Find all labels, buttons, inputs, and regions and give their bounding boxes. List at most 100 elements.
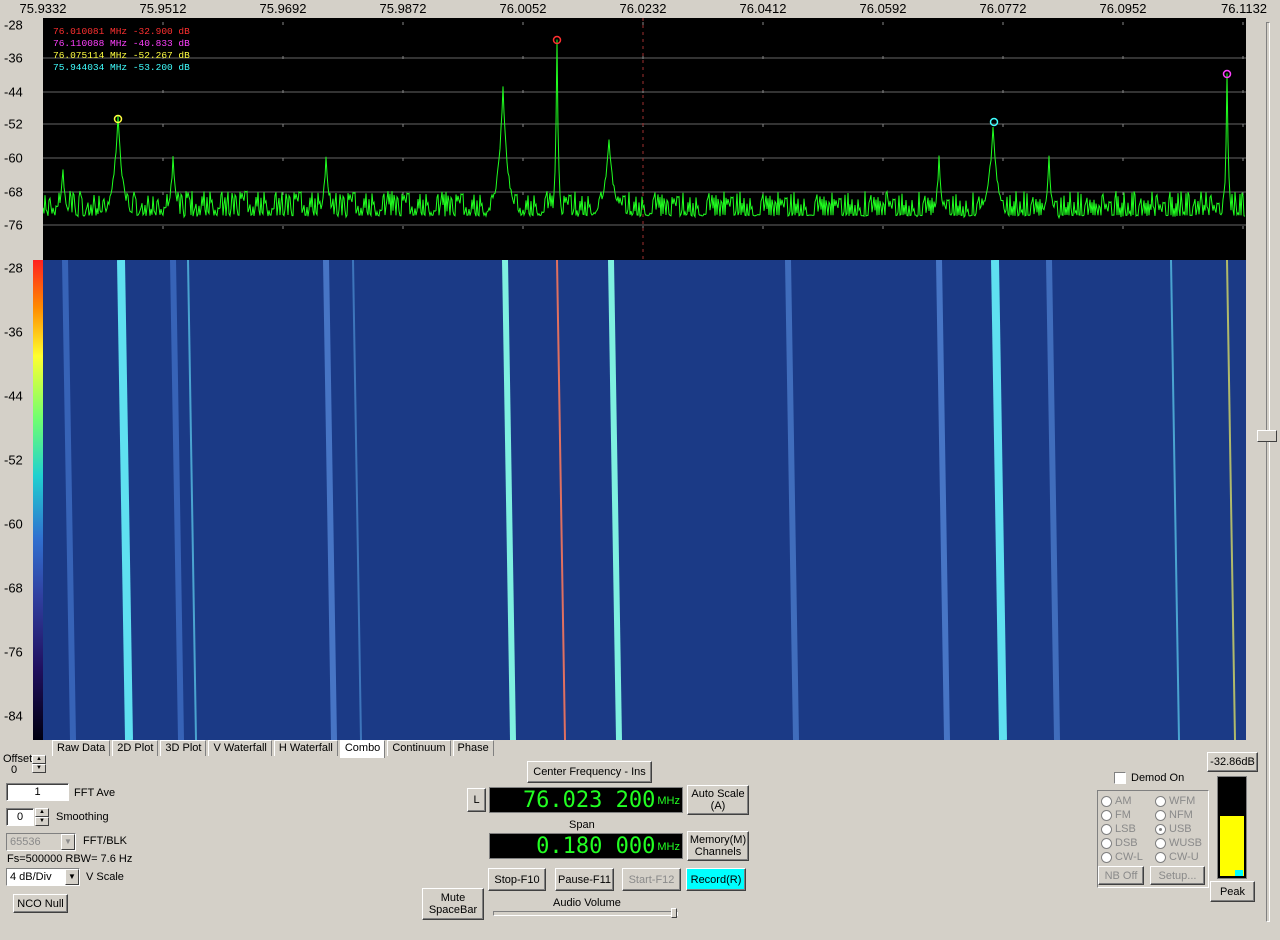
mode-radio-cw-l[interactable]: CW-L — [1101, 851, 1143, 863]
radio-icon — [1101, 837, 1112, 849]
waterfall-signal-trace — [117, 260, 133, 740]
mode-radio-fm[interactable]: FM — [1101, 809, 1131, 821]
audio-volume-slider[interactable] — [493, 908, 678, 918]
db-tick-label: -44 — [4, 84, 23, 100]
audio-volume-thumb[interactable] — [671, 908, 677, 918]
db-tick-label: -28 — [4, 17, 23, 33]
db-tick-label: -36 — [4, 324, 23, 340]
radio-icon — [1101, 851, 1112, 863]
fft-blk-select[interactable]: 65536 ▼ — [6, 833, 76, 851]
waterfall-signal-trace — [936, 260, 950, 740]
record-button[interactable]: Record(R) — [686, 868, 746, 891]
vscale-label: V Scale — [86, 871, 124, 883]
tab-h-waterfall[interactable]: H Waterfall — [273, 740, 338, 756]
waterfall-signal-trace — [608, 260, 622, 740]
center-frequency-button[interactable]: Center Frequency - Ins — [527, 761, 652, 783]
display-slider[interactable] — [1257, 22, 1277, 922]
peak-button[interactable]: Peak — [1210, 881, 1255, 902]
memory-channels-button[interactable]: Memory(M) Channels — [687, 831, 749, 861]
waterfall-signal-trace — [1170, 260, 1180, 740]
span-display[interactable]: 0.180 000 MHz — [489, 833, 683, 859]
radio-icon — [1101, 809, 1112, 821]
tab-phase[interactable]: Phase — [452, 740, 494, 756]
waterfall-signal-trace — [170, 260, 184, 740]
freq-tick-label: 76.0052 — [499, 1, 547, 16]
fft-blk-value: 65536 — [10, 836, 41, 848]
freq-tick-label: 75.9512 — [139, 1, 187, 16]
freq-tick-label: 76.0772 — [979, 1, 1027, 16]
mode-radio-dsb[interactable]: DSB — [1101, 837, 1138, 849]
smoothing-spinner[interactable]: ▲ ▼ — [35, 808, 49, 826]
db-tick-label: -52 — [4, 452, 23, 468]
freq-tick-label: 76.0412 — [739, 1, 787, 16]
l-button[interactable]: L — [467, 788, 486, 812]
mode-label: CW-U — [1169, 851, 1199, 863]
peak-level-meter — [1217, 776, 1247, 879]
mode-radio-cw-u[interactable]: CW-U — [1155, 851, 1199, 863]
center-frequency-display[interactable]: 76.023 200 MHz — [489, 787, 683, 813]
mode-label: WUSB — [1169, 837, 1202, 849]
chevron-down-icon: ▼ — [61, 834, 75, 850]
offset-spinner[interactable]: ▲ ▼ — [32, 755, 46, 773]
db-tick-label: -76 — [4, 644, 23, 660]
span-label: Span — [569, 819, 595, 831]
mode-radio-lsb[interactable]: LSB — [1101, 823, 1136, 835]
freq-tick-label: 76.1132 — [1221, 1, 1268, 16]
tab-combo[interactable]: Combo — [339, 740, 386, 758]
db-tick-label: -44 — [4, 388, 23, 404]
mute-button[interactable]: Mute SpaceBar — [422, 888, 484, 920]
offset-label: Offset — [3, 753, 33, 765]
tab-raw-data[interactable]: Raw Data — [52, 740, 111, 756]
db-axis: -28 -36 -44 -52 -60 -68 -76 -28 -36 -44 -52 -60 -68 -… — [0, 18, 33, 740]
tab-3d-plot[interactable]: 3D Plot — [160, 740, 207, 756]
demod-on-checkbox[interactable] — [1114, 772, 1126, 784]
db-tick-label: -68 — [4, 184, 23, 200]
freq-tick-label: 76.0952 — [1099, 1, 1147, 16]
mode-label: FM — [1115, 809, 1131, 821]
freq-tick-label: 75.9692 — [259, 1, 307, 16]
stop-button[interactable]: Stop-F10 — [488, 868, 546, 891]
mode-label: USB — [1169, 823, 1192, 835]
mode-label: LSB — [1115, 823, 1136, 835]
db-tick-label: -36 — [4, 50, 23, 66]
nco-null-button[interactable]: NCO Null — [13, 894, 68, 913]
peak-level-fill — [1220, 815, 1244, 876]
spectrum-plot[interactable]: 76.010081 MHz -32.900 dB 76.110088 MHz -… — [43, 18, 1246, 260]
waterfall-signal-trace — [556, 260, 566, 740]
setup-button[interactable]: Setup... — [1150, 866, 1205, 885]
mode-radio-am[interactable]: AM — [1101, 795, 1132, 807]
pause-button[interactable]: Pause-F11 — [555, 868, 614, 891]
radio-icon — [1101, 823, 1112, 835]
demod-on-label: Demod On — [1131, 772, 1185, 784]
center-frequency-value: 76.023 200 — [522, 787, 656, 813]
mode-label: DSB — [1115, 837, 1138, 849]
mode-radio-wusb[interactable]: WUSB — [1155, 837, 1202, 849]
waterfall-signal-trace — [502, 260, 516, 740]
nb-off-button[interactable]: NB Off — [1098, 866, 1144, 885]
smoothing-input[interactable]: 0 — [6, 808, 34, 826]
tab-continuum[interactable]: Continuum — [387, 740, 451, 756]
smoothing-label: Smoothing — [56, 811, 109, 823]
auto-scale-button[interactable]: Auto Scale (A) — [687, 785, 749, 815]
radio-icon — [1101, 795, 1112, 807]
radio-icon — [1155, 823, 1166, 835]
mode-label: NFM — [1169, 809, 1193, 821]
db-tick-label: -68 — [4, 580, 23, 596]
tab-2d-plot[interactable]: 2D Plot — [112, 740, 159, 756]
fft-ave-input[interactable]: 1 — [6, 783, 69, 801]
waterfall-signal-trace — [352, 260, 362, 740]
mode-radio-wfm[interactable]: WFM — [1155, 795, 1195, 807]
start-button[interactable]: Start-F12 — [622, 868, 681, 891]
db-tick-label: -52 — [4, 116, 23, 132]
mode-radio-usb[interactable]: USB — [1155, 823, 1192, 835]
freq-tick-label: 75.9332 — [19, 1, 67, 16]
vscale-select[interactable]: 4 dB/Div ▼ — [6, 868, 80, 886]
waterfall-signal-trace — [1046, 260, 1060, 740]
slider-thumb[interactable] — [1257, 430, 1277, 442]
freq-tick-label: 75.9872 — [379, 1, 427, 16]
fft-ave-label: FFT Ave — [74, 787, 116, 799]
waterfall-display[interactable] — [43, 260, 1246, 740]
mode-radio-nfm[interactable]: NFM — [1155, 809, 1193, 821]
tab-v-waterfall[interactable]: V Waterfall — [208, 740, 272, 756]
marker-readout-2: 76.110088 MHz -40.833 dB — [53, 38, 190, 49]
